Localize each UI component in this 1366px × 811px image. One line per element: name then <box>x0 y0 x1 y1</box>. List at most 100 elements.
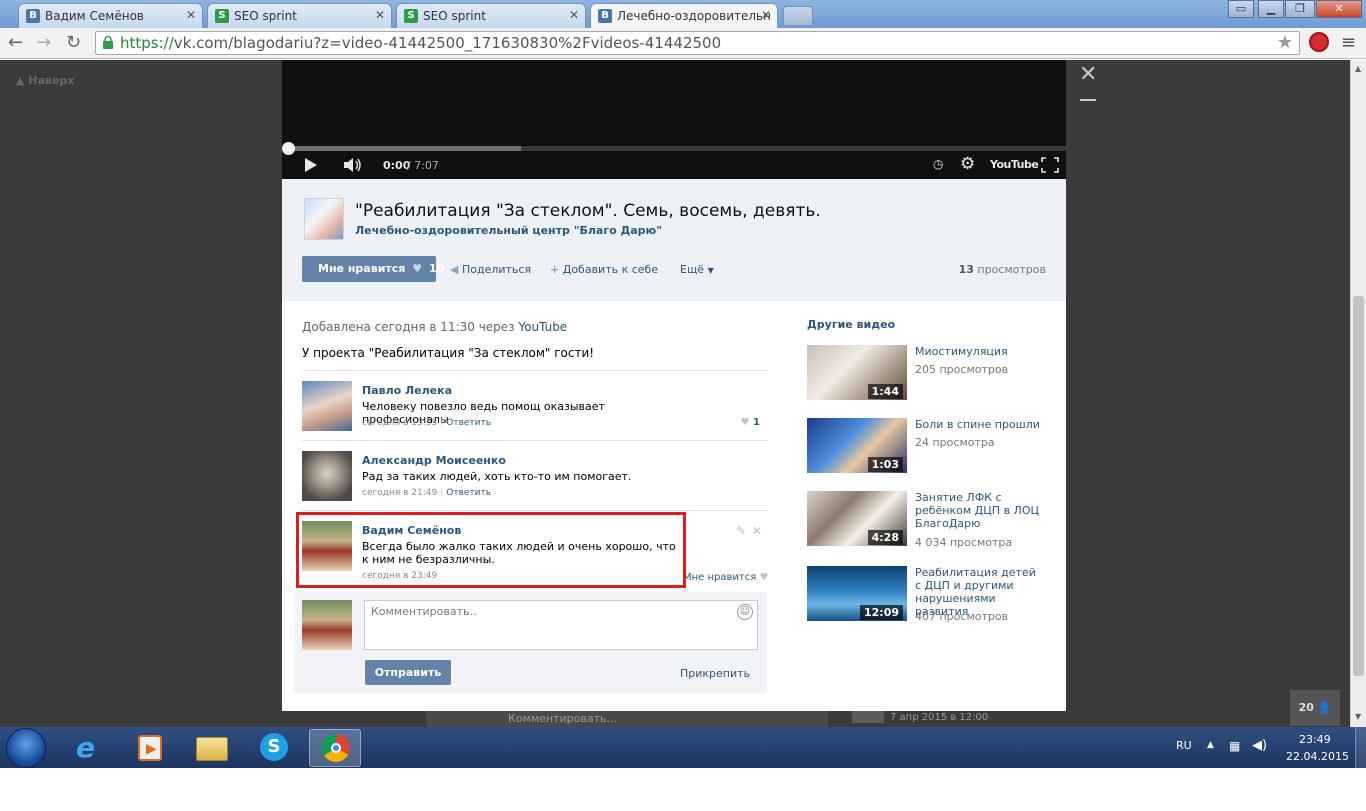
avatar[interactable] <box>302 451 352 501</box>
chevron-down-icon: ▼ <box>707 266 714 275</box>
video-link[interactable]: Боли в спине прошли <box>915 418 1045 431</box>
extension-icon[interactable] <box>1309 32 1329 52</box>
reply-link[interactable]: Ответить <box>446 488 491 498</box>
reload-icon[interactable]: ↻ <box>66 32 81 54</box>
video-link[interactable]: Миостимуляция <box>915 345 1045 358</box>
views-counter: 13 просмотров <box>959 263 1046 276</box>
add-to-mine-button[interactable]: + Добавить к себе <box>550 263 658 276</box>
clock-time[interactable]: 23:49 <box>1299 733 1331 746</box>
delete-icon[interactable]: ✕ <box>752 524 762 538</box>
own-comment-like[interactable]: Мне нравится ♥ <box>683 572 768 583</box>
lock-icon <box>103 36 113 49</box>
other-video-item[interactable]: 1:03 Боли в спине прошли 24 просмотра <box>807 418 1047 474</box>
comment-input[interactable]: Комментировать.. ☺ <box>364 600 758 650</box>
add-label: Добавить к себе <box>562 263 659 276</box>
under-comment-panel <box>426 711 828 727</box>
close-icon[interactable]: ✕ <box>569 8 579 22</box>
user-profile-button[interactable]: ▭ <box>1228 0 1254 18</box>
clock-icon[interactable]: ◷ <box>933 157 943 171</box>
window-close-button[interactable]: ✕ <box>1316 0 1362 18</box>
gear-icon[interactable]: ⚙ <box>960 154 975 174</box>
tab-vadim[interactable]: В Вадим Семёнов ✕ <box>18 3 203 28</box>
tab-seosprint-2[interactable]: S SEO sprint ✕ <box>396 3 586 28</box>
tab-label: SEO sprint <box>234 9 297 23</box>
video-description: У проекта "Реабилитация "За стеклом" гос… <box>302 346 595 360</box>
scroll-up-icon[interactable]: ▲ <box>1355 64 1361 73</box>
video-author-link[interactable]: Лечебно-оздоровительный центр "Благо Дар… <box>355 224 662 237</box>
explorer-folder-icon[interactable] <box>186 729 238 767</box>
blank-area <box>0 768 1366 811</box>
edit-icon[interactable]: ✎ <box>736 524 746 538</box>
bookmark-star-icon[interactable]: ★ <box>1277 32 1293 54</box>
progress-knob[interactable] <box>282 142 295 155</box>
start-button[interactable] <box>6 728 46 768</box>
back-to-top-link[interactable]: ▲ Наверх <box>16 74 74 87</box>
scroll-down-icon[interactable]: ▼ <box>1355 712 1361 721</box>
maximize-button[interactable]: ❐ <box>1285 0 1315 18</box>
new-tab-button[interactable] <box>783 6 813 26</box>
video-duration: 1:03 <box>867 457 903 472</box>
youtube-source-link[interactable]: YouTube <box>518 320 567 334</box>
comment-time[interactable]: сегодня в 21:49 <box>362 488 437 498</box>
other-video-item[interactable]: 4:28 Занятие ЛФК с ребёнком ДЦП в ЛОЦ Бл… <box>807 491 1047 549</box>
share-button[interactable]: ◀ Поделиться <box>450 263 531 276</box>
address-bar[interactable]: https://vk.com/blagodariu?z=video-414425… <box>95 31 1300 55</box>
language-indicator[interactable]: RU <box>1176 739 1192 752</box>
volume-icon[interactable] <box>344 158 364 172</box>
show-desktop-button[interactable] <box>1355 727 1366 768</box>
video-player[interactable]: 0:00 / 7:07 ◷ ⚙ YouTube <box>282 60 1066 179</box>
menu-icon[interactable]: ≡ <box>1341 32 1356 53</box>
scrollbar-thumb[interactable] <box>1353 296 1364 676</box>
other-video-item[interactable]: 1:44 Миостимуляция 205 просмотров <box>807 345 1047 401</box>
author-thumbnail[interactable] <box>304 198 344 240</box>
counter-value: 20 <box>1298 701 1314 714</box>
minimize-icon[interactable] <box>1080 99 1096 101</box>
page-scrollbar[interactable]: ▲ ▼ <box>1350 60 1366 727</box>
internet-explorer-icon[interactable]: e <box>64 729 116 767</box>
skype-icon[interactable]: S <box>248 729 300 767</box>
smiley-icon[interactable]: ☺ <box>737 604 753 620</box>
comment-author[interactable]: Александр Моисеенко <box>362 454 506 467</box>
online-counter[interactable]: 20 👤 <box>1290 690 1340 726</box>
back-arrow-icon[interactable]: ← <box>8 32 23 54</box>
media-player-icon[interactable]: ▶ <box>124 729 176 767</box>
under-thumbnail <box>852 711 884 723</box>
comment-item: Павло Лелека Человеку повезло ведь помощ… <box>302 381 768 443</box>
chevron-up-icon[interactable]: ▲ <box>1207 740 1214 750</box>
megaphone-icon: ◀ <box>450 263 459 276</box>
chrome-icon[interactable] <box>309 729 361 767</box>
divider <box>302 370 768 371</box>
clock-date[interactable]: 22.04.2015 <box>1286 750 1349 763</box>
seosprint-icon: S <box>215 9 229 23</box>
send-button[interactable]: Отправить <box>365 660 451 685</box>
avatar <box>302 600 352 650</box>
other-videos-title[interactable]: Другие видео <box>807 318 895 331</box>
more-dropdown[interactable]: Ещё ▼ <box>680 263 714 276</box>
avatar[interactable] <box>302 381 352 431</box>
close-icon[interactable]: ✕ <box>375 8 385 22</box>
network-icon[interactable]: ▦ <box>1229 739 1240 753</box>
like-button[interactable]: Мне нравится ♥ 10 <box>302 256 444 282</box>
play-icon[interactable] <box>304 158 318 172</box>
tab-active-blagodariu[interactable]: В Лечебно-оздоровительн ✕ <box>590 3 778 28</box>
views-label: просмотров <box>977 263 1046 276</box>
back-to-top-label: Наверх <box>28 74 75 87</box>
close-icon[interactable]: ✕ <box>761 8 771 22</box>
video-progress-bar[interactable] <box>282 142 1066 155</box>
seosprint-icon: S <box>404 9 418 23</box>
comment-author[interactable]: Павло Лелека <box>362 384 452 397</box>
video-link[interactable]: Занятие ЛФК с ребёнком ДЦП в ЛОЦ БлагоДа… <box>915 491 1045 530</box>
reply-link[interactable]: Ответить <box>446 418 491 428</box>
tab-seosprint-1[interactable]: S SEO sprint ✕ <box>207 3 392 28</box>
fullscreen-icon[interactable] <box>1041 157 1059 173</box>
other-video-item[interactable]: 12:09 Реабилитация детей с ДЦП и другими… <box>807 566 1047 623</box>
close-icon[interactable]: ✕ <box>1079 64 1097 86</box>
forward-arrow-icon[interactable]: → <box>36 32 51 54</box>
volume-icon[interactable]: ◀) <box>1252 738 1267 753</box>
minimize-button[interactable]: ▁ <box>1258 0 1284 18</box>
attach-link[interactable]: Прикрепить <box>680 667 750 680</box>
close-icon[interactable]: ✕ <box>186 8 196 22</box>
comment-like[interactable]: ♥ 1 <box>741 417 760 428</box>
comment-time[interactable]: сегодня в 15:55 <box>362 418 437 428</box>
youtube-logo[interactable]: YouTube <box>990 158 1039 171</box>
